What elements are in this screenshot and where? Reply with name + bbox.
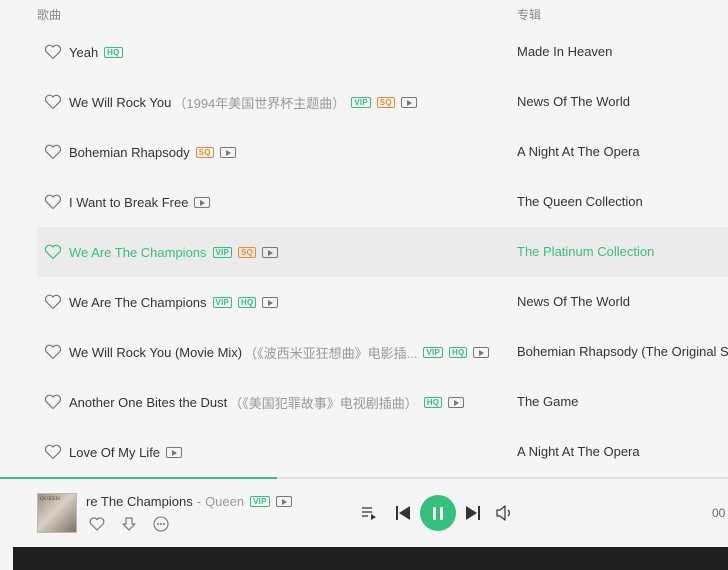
heart-icon[interactable]: [44, 344, 62, 360]
mv-icon[interactable]: [194, 196, 211, 208]
album-cover[interactable]: QUEEN: [37, 493, 77, 533]
album-name[interactable]: Made In Heaven: [517, 27, 612, 77]
hq-badge: HQ: [238, 296, 257, 308]
song-row[interactable]: Love Of My Life A Night At The Opera: [37, 427, 728, 477]
vip-badge: VIP: [351, 96, 371, 108]
song-title[interactable]: Love Of My Life: [69, 445, 160, 460]
album-name[interactable]: The Game: [517, 377, 578, 427]
heart-icon[interactable]: [44, 144, 62, 160]
next-icon[interactable]: [464, 504, 482, 522]
previous-icon[interactable]: [394, 504, 412, 522]
album-name[interactable]: News Of The World: [517, 277, 630, 327]
now-playing-actions: [88, 515, 170, 533]
heart-icon[interactable]: [44, 194, 62, 210]
song-row[interactable]: We Will Rock You （1994年美国世界杯主题曲） VIP SQ News…: [37, 77, 728, 127]
playback-controls: [360, 495, 514, 531]
playlist-icon[interactable]: [360, 504, 378, 522]
song-row[interactable]: Bohemian Rhapsody SQ A Night At The Opera: [37, 127, 728, 177]
column-header-song[interactable]: 歌曲: [37, 6, 61, 23]
song-title[interactable]: We Will Rock You (Movie Mix): [69, 345, 242, 360]
mv-icon[interactable]: [219, 146, 236, 158]
volume-icon[interactable]: [496, 504, 514, 522]
song-list: Yeah HQ Made In Heaven We Will Rock You （199…: [0, 27, 728, 477]
album-name[interactable]: Bohemian Rhapsody (The Original Soundtra…: [517, 327, 728, 377]
heart-icon[interactable]: [44, 44, 62, 60]
now-playing-title[interactable]: re The Champions: [86, 494, 193, 509]
song-title[interactable]: Another One Bites the Dust: [69, 395, 227, 410]
song-row[interactable]: I Want to Break Free The Queen Collection: [37, 177, 728, 227]
song-title[interactable]: We Will Rock You: [69, 95, 171, 110]
heart-icon[interactable]: [44, 244, 62, 260]
song-title[interactable]: Bohemian Rhapsody: [69, 145, 190, 160]
vip-badge: VIP: [250, 496, 270, 507]
song-subtitle: （《美国犯罪故事》电视剧插曲）: [229, 395, 418, 411]
song-title-cell: We Will Rock You (Movie Mix) （《波西米亚狂想曲》电影…: [69, 327, 490, 377]
mv-icon[interactable]: [448, 396, 465, 408]
song-title-cell: Bohemian Rhapsody SQ: [69, 127, 236, 177]
song-row[interactable]: Yeah HQ Made In Heaven: [37, 27, 728, 77]
song-title[interactable]: We Are The Champions: [69, 245, 207, 260]
now-playing-info: re The Champions - Queen VIP: [86, 494, 306, 509]
song-title-cell: Yeah HQ: [69, 27, 123, 77]
pause-icon: [433, 506, 436, 520]
player-bar: QUEEN re The Champions - Queen VIP 00: [0, 477, 728, 547]
mv-icon[interactable]: [473, 346, 490, 358]
heart-icon[interactable]: [44, 394, 62, 410]
vip-badge: VIP: [212, 296, 233, 308]
song-row[interactable]: We Will Rock You (Movie Mix) （《波西米亚狂想曲》电影…: [37, 327, 728, 377]
song-subtitle: （1994年美国世界杯主题曲）: [173, 95, 346, 111]
music-app: 歌曲 专辑 Yeah HQ Made In Heaven We Will Rock Y…: [0, 0, 728, 570]
hq-badge: HQ: [448, 346, 468, 358]
sq-badge: SQ: [195, 146, 214, 158]
album-name[interactable]: The Queen Collection: [517, 177, 643, 227]
album-name[interactable]: The Platinum Collection: [517, 227, 654, 277]
sq-badge: SQ: [376, 96, 395, 108]
heart-icon[interactable]: [44, 294, 62, 310]
vip-badge: VIP: [212, 246, 233, 258]
song-title-cell: We Will Rock You （1994年美国世界杯主题曲） VIP SQ: [69, 77, 417, 127]
song-title-cell: We Are The Champions VIP HQ: [69, 277, 279, 327]
song-title[interactable]: We Are The Champions: [69, 295, 207, 310]
song-title-cell: Another One Bites the Dust （《美国犯罪故事》电视剧插曲…: [69, 377, 465, 427]
hq-badge: HQ: [104, 46, 123, 58]
sq-badge: SQ: [238, 246, 257, 258]
song-title[interactable]: Yeah: [69, 45, 98, 60]
progress-fill: [0, 477, 277, 479]
song-title-cell: We Are The Champions VIP SQ: [69, 227, 279, 277]
album-name[interactable]: News Of The World: [517, 77, 630, 127]
list-header: 歌曲 专辑: [0, 0, 728, 28]
song-row[interactable]: We Are The Champions VIP SQ The Platinum Co…: [37, 227, 728, 277]
window-bottom-bar: [13, 547, 728, 570]
song-title-cell: I Want to Break Free: [69, 177, 211, 227]
song-subtitle: （《波西米亚狂想曲》电影插...: [244, 345, 418, 361]
column-header-album[interactable]: 专辑: [517, 6, 541, 23]
mv-icon[interactable]: [262, 296, 279, 308]
now-playing-separator: -: [196, 494, 202, 509]
album-name[interactable]: A Night At The Opera: [517, 427, 640, 477]
vip-badge: VIP: [423, 346, 443, 358]
mv-icon[interactable]: [400, 96, 417, 108]
now-playing-artist[interactable]: Queen: [205, 494, 244, 509]
mv-icon[interactable]: [275, 496, 292, 507]
mv-icon[interactable]: [262, 246, 279, 258]
heart-icon[interactable]: [44, 444, 62, 460]
more-icon[interactable]: [152, 515, 170, 533]
album-name[interactable]: A Night At The Opera: [517, 127, 640, 177]
song-title-cell: Love Of My Life: [69, 427, 183, 477]
like-icon[interactable]: [88, 515, 106, 533]
song-row[interactable]: Another One Bites the Dust （《美国犯罪故事》电视剧插曲…: [37, 377, 728, 427]
download-icon[interactable]: [120, 515, 138, 533]
cover-logo-text: QUEEN: [40, 496, 60, 502]
hq-badge: HQ: [423, 396, 443, 408]
song-title[interactable]: I Want to Break Free: [69, 195, 188, 210]
heart-icon[interactable]: [44, 94, 62, 110]
mv-icon[interactable]: [166, 446, 183, 458]
play-time: 00: [712, 506, 726, 520]
pause-button[interactable]: [420, 495, 456, 531]
progress-bar[interactable]: [0, 477, 728, 479]
song-row[interactable]: We Are The Champions VIP HQ News Of The Wor…: [37, 277, 728, 327]
